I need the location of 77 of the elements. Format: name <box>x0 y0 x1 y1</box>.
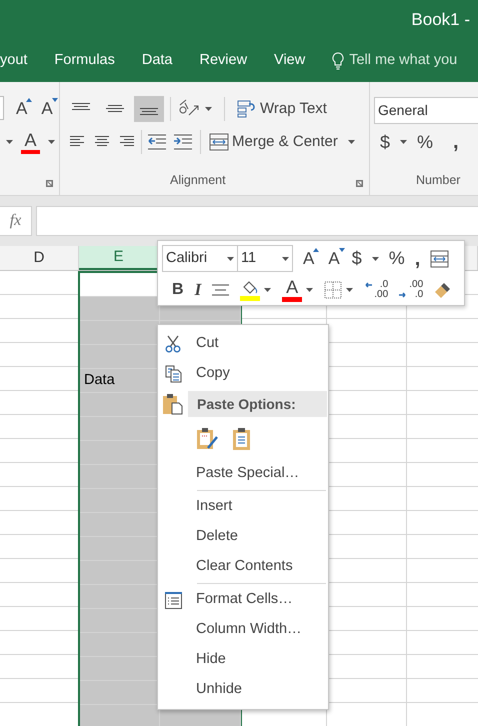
cell-text: Data <box>83 371 115 390</box>
format-painter-icon[interactable] <box>434 280 452 299</box>
caret-icon[interactable] <box>264 288 272 292</box>
menu-item[interactable]: Paste Special… <box>188 463 300 485</box>
menu-item[interactable]: Column Width… <box>188 619 302 641</box>
font-color-button[interactable]: A <box>282 278 302 302</box>
font-name-field[interactable]: Calibri <box>162 245 238 272</box>
arrow-icon <box>364 282 372 288</box>
format-cells-icon <box>164 592 182 608</box>
caret-icon[interactable] <box>227 256 234 260</box>
align-right-icon[interactable] <box>120 136 135 148</box>
copy-icon <box>164 365 182 383</box>
font-color-button[interactable]: A <box>21 130 40 154</box>
ribbon-tab[interactable]: yout <box>0 50 28 72</box>
borders-icon[interactable] <box>324 280 342 299</box>
currency-button[interactable]: $ <box>352 245 362 272</box>
dialog-launcher-icon[interactable] <box>46 180 53 187</box>
caret-icon[interactable] <box>306 288 314 292</box>
comma-button[interactable]: , <box>414 248 420 268</box>
decrease-indent-icon[interactable] <box>148 134 166 150</box>
merge-center-button[interactable]: Merge & Center <box>209 130 338 154</box>
clipboard-icon <box>163 393 183 415</box>
align-left-icon[interactable] <box>70 136 85 148</box>
caret-icon[interactable] <box>346 288 354 292</box>
caret-icon[interactable] <box>400 140 408 144</box>
align-center-icon[interactable] <box>95 136 110 148</box>
caret-icon[interactable] <box>372 256 379 260</box>
comma-button[interactable]: , <box>453 132 459 152</box>
wrap-icon[interactable] <box>430 250 450 268</box>
decrease-decimal-button[interactable]: .00 .0 <box>399 280 424 300</box>
caret-icon[interactable] <box>6 140 13 144</box>
increase-decimal-button[interactable]: .0 .00 <box>364 280 388 300</box>
font-size-field-edge[interactable] <box>0 96 4 120</box>
center-align-icon[interactable] <box>212 284 230 296</box>
caret-icon[interactable] <box>48 140 55 144</box>
ribbon-tab[interactable]: Review <box>200 50 248 72</box>
wrap-text-button[interactable]: Wrap Text <box>237 98 327 120</box>
currency-button[interactable]: $ <box>380 128 390 156</box>
percent-button[interactable]: % <box>417 128 434 156</box>
menu-item[interactable]: Insert <box>188 496 232 518</box>
column-header[interactable]: E <box>113 246 124 268</box>
paste-icon[interactable] <box>232 427 252 451</box>
column-header[interactable]: D <box>34 246 44 270</box>
wrap-text-icon <box>237 100 257 118</box>
lightbulb-icon <box>332 52 344 70</box>
menu-item[interactable]: Clear Contents <box>188 556 293 578</box>
caret-icon[interactable] <box>282 256 289 260</box>
menu-item[interactable]: Delete <box>188 526 238 548</box>
active-cell[interactable] <box>80 273 159 297</box>
menu-item[interactable]: Unhide <box>188 679 242 701</box>
bold-button[interactable]: B <box>172 278 184 302</box>
caret-icon[interactable] <box>205 107 212 111</box>
menu-item[interactable]: Format Cells… <box>188 589 293 611</box>
dialog-launcher-icon[interactable] <box>356 180 363 187</box>
percent-button[interactable]: % <box>388 245 405 272</box>
formula-field[interactable] <box>36 206 478 236</box>
ribbon-tab[interactable]: Data <box>142 50 172 72</box>
arrow-icon <box>399 292 408 298</box>
italic-button[interactable]: I <box>194 277 202 302</box>
menu-item[interactable]: Copy <box>188 363 230 385</box>
group-label: Alignment <box>170 172 226 190</box>
menu-header: Paste Options: <box>188 391 327 417</box>
fill-color-icon[interactable] <box>240 278 260 301</box>
increase-indent-icon[interactable] <box>174 134 192 150</box>
ribbon-tab[interactable]: View <box>274 50 306 72</box>
menu-item[interactable]: Cut <box>188 333 219 355</box>
tell-me-field[interactable]: Tell me what you <box>349 50 458 72</box>
menu-item[interactable]: Hide <box>188 649 226 671</box>
ribbon-tab[interactable]: Formulas <box>54 50 115 72</box>
merge-center-icon <box>209 133 229 151</box>
number-format-field[interactable]: General <box>374 97 478 124</box>
window-title: Book1 - <box>411 9 470 32</box>
paste-formatting-icon[interactable] <box>196 427 218 451</box>
scissors-icon <box>165 335 181 353</box>
group-label: Number <box>416 172 460 190</box>
font-size-field[interactable]: 11 <box>238 245 293 272</box>
caret-icon[interactable] <box>348 140 355 144</box>
